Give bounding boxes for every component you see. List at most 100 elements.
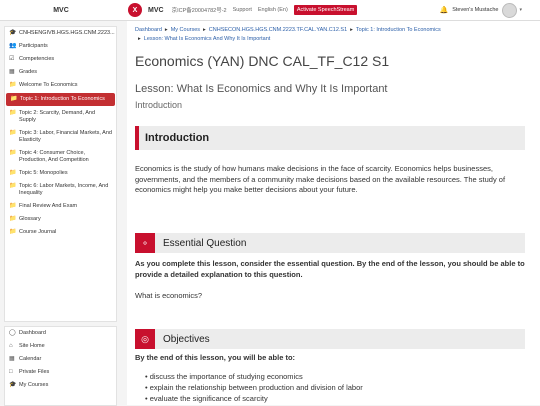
chevron-right-icon: ▸ xyxy=(164,27,168,33)
site-nav: ◯ Dashboard ⌂ Site Home ▦ Calendar □ Private… xyxy=(4,326,117,406)
sidebar-item-label: Topic 2: Scarcity, Demand, And Supply xyxy=(19,110,96,123)
sidebar-item-label: Topic 4: Consumer Choice, Production, An… xyxy=(19,150,89,163)
essential-question-text: As you complete this lesson, consider th… xyxy=(135,259,525,279)
list-item: discuss the importance of studying econo… xyxy=(145,371,525,382)
sidebar-item-label: Grades xyxy=(19,69,38,75)
sidebar-item-label: Private Files xyxy=(19,369,50,375)
essential-question-heading: Essential Question xyxy=(163,237,247,249)
sidebar-item-label: Topic 6: Labor Markets, Income, And Ineq… xyxy=(19,183,109,196)
objectives-list: discuss the importance of studying econo… xyxy=(145,371,525,404)
sidebar-item-calendar[interactable]: ▦ Calendar xyxy=(5,353,116,366)
sidebar-item-label: My Courses xyxy=(19,382,49,388)
user-menu[interactable]: 🔔 Steven's Mustache ▾ xyxy=(439,2,522,18)
site-brand-left[interactable]: MVC xyxy=(0,7,122,14)
sidebar-item-welcome[interactable]: 📁 Welcome To Economics xyxy=(5,79,116,92)
folder-icon: 📁 xyxy=(9,216,17,222)
file-icon: □ xyxy=(9,369,13,375)
icp-link[interactable]: 京ICP备20004782号-2 xyxy=(172,6,227,14)
user-name[interactable]: Steven's Mustache xyxy=(452,7,498,13)
sidebar-item-topic-2[interactable]: 📁 Topic 2: Scarcity, Demand, And Supply xyxy=(5,107,116,127)
sidebar-item-label: Topic 5: Monopolies xyxy=(19,170,68,176)
sidebar-item-private-files[interactable]: □ Private Files xyxy=(5,366,116,379)
sidebar-item-label: Welcome To Economics xyxy=(19,82,78,88)
sidebar-item-label: Competencies xyxy=(19,56,55,62)
speechstream-button[interactable]: Activate SpeechStream xyxy=(293,5,358,15)
page-title: Economics (YAN) DNC CAL_TF_C12 S1 xyxy=(135,53,390,69)
sidebar-item-dashboard[interactable]: ◯ Dashboard xyxy=(5,327,116,340)
sidebar-item-label: Course Journal xyxy=(19,229,57,235)
calendar-icon: ▦ xyxy=(9,356,15,362)
introduction-header: Introduction xyxy=(135,126,525,150)
breadcrumb: Dashboard ▸ My Courses ▸ CNHSECON.HGS.HGS.CN… xyxy=(135,26,535,44)
introduction-heading: Introduction xyxy=(145,132,210,144)
list-item: evaluate the significance of scarcity xyxy=(145,393,525,404)
sidebar-item-label: Site Home xyxy=(19,343,45,349)
sidebar-item-site-home[interactable]: ⌂ Site Home xyxy=(5,340,116,353)
objectives-heading: Objectives xyxy=(163,333,210,345)
sidebar-item-label: CNHSENGIVB.HGS.HGS.CNM.2223... xyxy=(19,30,115,36)
bell-icon[interactable]: 🔔 xyxy=(439,6,448,14)
folder-icon: 📁 xyxy=(9,183,17,189)
course-nav: 🎓 CNHSENGIVB.HGS.HGS.CNM.2223... 👥 Partici… xyxy=(4,26,117,322)
checkbox-icon: ☑ xyxy=(9,56,15,62)
support-link[interactable]: Support xyxy=(233,7,252,13)
introduction-text: Economics is the study of how humans mak… xyxy=(135,164,506,194)
breadcrumb-topic[interactable]: Topic 1: Introduction To Economics xyxy=(356,27,441,33)
folder-icon: 📁 xyxy=(9,203,17,209)
sidebar-item-topic-4[interactable]: 📁 Topic 4: Consumer Choice, Production, A… xyxy=(5,147,116,167)
site-brand-right[interactable]: MVC xyxy=(148,7,164,14)
sidebar-item-grades[interactable]: ▦ Grades xyxy=(5,66,116,79)
sidebar-item-label: Participants xyxy=(19,43,48,49)
essential-question: What is economics? xyxy=(135,291,203,300)
chevron-right-icon: ▸ xyxy=(203,27,206,33)
mortarboard-icon: 🎓 xyxy=(9,382,17,388)
sidebar-item-topic-6[interactable]: 📁 Topic 6: Labor Markets, Income, And Ine… xyxy=(5,180,116,200)
folder-icon: 📁 xyxy=(9,82,17,88)
list-item: explain the relationship between product… xyxy=(145,382,525,393)
objectives-intro: By the end of this lesson, you will be a… xyxy=(135,353,296,362)
avatar[interactable] xyxy=(502,2,518,18)
folder-icon: 📁 xyxy=(10,96,18,102)
sidebar-item-course-journal[interactable]: 📁 Course Journal xyxy=(5,226,116,239)
sidebar-item-label: Glossary xyxy=(19,216,41,222)
chevron-right-icon: ▸ xyxy=(138,36,141,42)
home-icon: ⌂ xyxy=(9,343,13,349)
folder-icon: 📁 xyxy=(9,229,17,235)
sidebar-item-label: Dashboard xyxy=(19,330,46,336)
sidebar-item-label: Calendar xyxy=(19,356,42,362)
site-logo-icon[interactable]: X xyxy=(128,3,142,17)
breadcrumb-course[interactable]: CNHSECON.HGS.HGS.CNM.2223.TF.CAL.YAN.C12… xyxy=(209,27,347,33)
top-navbar: MVC X MVC 京ICP备20004782号-2 Support Engli… xyxy=(0,0,540,21)
sidebar-item-topic-3[interactable]: 📁 Topic 3: Labor, Financial Markets, And … xyxy=(5,127,116,147)
accent-bar xyxy=(135,126,139,150)
sidebar-item-my-courses[interactable]: 🎓 My Courses xyxy=(5,379,116,392)
lesson-title: Lesson: What Is Economics and Why It Is … xyxy=(135,83,388,95)
sidebar-item-competencies[interactable]: ☑ Competencies xyxy=(5,53,116,66)
sidebar-item-course[interactable]: 🎓 CNHSENGIVB.HGS.HGS.CNM.2223... xyxy=(5,27,116,40)
chevron-down-icon[interactable]: ▾ xyxy=(519,7,522,13)
breadcrumb-my-courses[interactable]: My Courses xyxy=(171,27,200,33)
essential-question-header: ⚬ Essential Question xyxy=(135,233,525,253)
sidebar-item-label: Topic 1: Introduction To Economics xyxy=(20,96,105,102)
lesson-subtitle: Introduction xyxy=(135,100,183,110)
folder-icon: 📁 xyxy=(9,110,17,116)
sidebar-item-topic-1[interactable]: 📁 Topic 1: Introduction To Economics xyxy=(6,93,115,106)
objectives-header: ◎ Objectives xyxy=(135,329,525,349)
sidebar-item-final-review[interactable]: 📁 Final Review And Exam xyxy=(5,200,116,213)
sidebar-item-label: Topic 3: Labor, Financial Markets, And E… xyxy=(19,130,112,143)
course-sidebar: 🎓 CNHSENGIVB.HGS.HGS.CNM.2223... 👥 Partici… xyxy=(0,21,122,406)
folder-icon: 📁 xyxy=(9,130,17,136)
sidebar-item-glossary[interactable]: 📁 Glossary xyxy=(5,213,116,226)
table-icon: ▦ xyxy=(9,69,15,75)
language-menu[interactable]: English (En) xyxy=(258,7,288,13)
breadcrumb-dashboard[interactable]: Dashboard xyxy=(135,27,162,33)
target-icon: ◎ xyxy=(135,329,155,349)
main-content: Dashboard ▸ My Courses ▸ CNHSECON.HGS.HGS.CN… xyxy=(127,21,540,405)
sidebar-item-topic-5[interactable]: 📁 Topic 5: Monopolies xyxy=(5,167,116,180)
breadcrumb-lesson[interactable]: Lesson: What Is Economics And Why It Is … xyxy=(144,36,271,42)
chevron-right-icon: ▸ xyxy=(350,27,353,33)
folder-icon: 📁 xyxy=(9,150,17,156)
lightbulb-icon: ⚬ xyxy=(135,233,155,253)
dashboard-icon: ◯ xyxy=(9,330,16,336)
sidebar-item-participants[interactable]: 👥 Participants xyxy=(5,40,116,53)
